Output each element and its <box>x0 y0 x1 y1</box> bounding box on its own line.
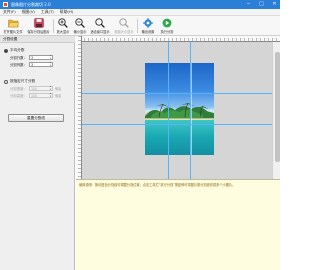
cols-field-row: 分割列数： 3 ▴ ▾ <box>10 61 53 67</box>
run-split-label: 执行分割 <box>160 30 174 34</box>
zoom-actual-icon <box>119 17 130 28</box>
toolbar: 打开图片文件 保存分割后图片 放大显示 缩小显示 适合窗口显示 原始大小显示 输… <box>0 16 280 36</box>
app-icon <box>3 2 8 7</box>
instructions-bar: 使用说明：拖动蓝色分割线可调整分割位置；点击工具栏“执行分割”按钮即可将图片按分… <box>76 179 280 270</box>
stepper-arrows-icon[interactable]: ▴ ▾ <box>50 92 51 98</box>
rows-field-row: 分割行数： 3 ▴ ▾ <box>10 54 53 60</box>
rows-value: 3 <box>30 55 33 60</box>
panel-title: 分割设置 <box>0 36 75 43</box>
palm-island-image <box>145 102 214 121</box>
mode-average-option[interactable]: 平均分割 <box>4 48 24 53</box>
cols-value: 3 <box>30 62 33 67</box>
split-line-vertical[interactable] <box>190 63 192 155</box>
close-button[interactable]: ✕ <box>271 1 278 8</box>
zoom-in-label: 放大显示 <box>56 30 70 34</box>
mode-size-label: 按指定尺寸分割 <box>10 79 36 83</box>
mode-average-label: 平均分割 <box>10 48 25 52</box>
toolbar-separator <box>137 19 138 33</box>
run-split-button[interactable]: 执行分割 <box>158 17 176 35</box>
guide-line-vertical[interactable] <box>190 42 191 179</box>
height-unit: 像素 <box>54 94 62 98</box>
output-settings-button[interactable]: 输出设置 <box>139 17 157 35</box>
reset-lines-button[interactable]: 重置分割线 <box>8 114 64 122</box>
vertical-scrollbar[interactable] <box>272 42 280 179</box>
title-bar: 图像图片分割裁切 2.0 ─ □ ✕ <box>0 0 280 9</box>
canvas-area[interactable] <box>82 42 272 179</box>
save-icon <box>33 17 44 28</box>
width-value: 100 <box>30 86 38 91</box>
folder-open-icon <box>7 17 19 28</box>
fit-window-label: 适合窗口显示 <box>90 30 110 34</box>
mode-size-radio[interactable] <box>4 79 8 84</box>
guide-line-vertical[interactable] <box>168 42 169 179</box>
menu-tools[interactable]: 工具(T) <box>41 9 54 15</box>
cols-label: 分割列数： <box>10 63 27 67</box>
guide-line-horizontal[interactable] <box>82 124 272 125</box>
menu-view[interactable]: 视图(V) <box>22 9 35 15</box>
width-stepper[interactable]: 100 ▴ ▾ <box>28 85 53 91</box>
menu-file[interactable]: 文件(F) <box>3 9 16 15</box>
zoom-out-icon <box>75 17 86 28</box>
width-label: 分割宽度： <box>10 87 27 91</box>
height-stepper[interactable]: 100 ▴ ▾ <box>28 92 53 98</box>
width-field-row: 分割宽度： 100 ▴ ▾ 像素 <box>10 85 62 91</box>
play-icon <box>162 17 173 28</box>
minimize-button[interactable]: ─ <box>245 1 252 8</box>
rows-label: 分割行数： <box>10 56 27 60</box>
instructions-text: 使用说明：拖动蓝色分割线可调整分割位置；点击工具栏“执行分割”按钮即可将图片按分… <box>79 183 236 187</box>
height-label: 分割高度： <box>10 94 27 98</box>
rows-stepper[interactable]: 3 ▴ ▾ <box>28 54 53 60</box>
gear-icon <box>143 17 154 28</box>
actual-size-label: 原始大小显示 <box>114 30 134 34</box>
stepper-arrows-icon[interactable]: ▴ ▾ <box>50 85 51 91</box>
window-title: 图像图片分割裁切 2.0 <box>11 1 51 7</box>
zoom-out-label: 缩小显示 <box>73 30 87 34</box>
open-image-label: 打开图片文件 <box>3 30 23 34</box>
scrollbar-thumb[interactable] <box>274 52 280 162</box>
toolbar-separator <box>53 19 54 33</box>
menu-bar: 文件(F) 视图(V) 工具(T) 帮助(H) <box>0 9 280 16</box>
zoom-fit-icon <box>95 17 106 28</box>
stepper-arrows-icon[interactable]: ▴ ▾ <box>50 61 51 67</box>
save-split-label: 保存分割后图片 <box>27 30 50 34</box>
output-settings-label: 输出设置 <box>141 30 155 34</box>
stepper-arrows-icon[interactable]: ▴ ▾ <box>50 54 51 60</box>
height-field-row: 分割高度： 100 ▴ ▾ 像素 <box>10 92 62 98</box>
zoom-in-button[interactable]: 放大显示 <box>55 17 71 35</box>
height-value: 100 <box>30 93 38 98</box>
menu-help[interactable]: 帮助(H) <box>60 9 73 15</box>
window-controls: ─ □ ✕ <box>245 0 278 9</box>
maximize-button[interactable]: □ <box>258 1 265 8</box>
zoom-out-button[interactable]: 缩小显示 <box>72 17 88 35</box>
split-settings-panel: 分割设置 平均分割 分割行数： 3 ▴ ▾ 分割列数： 3 ▴ ▾ 按指定尺寸分割 … <box>0 36 75 270</box>
mode-size-option[interactable]: 按指定尺寸分割 <box>4 79 35 84</box>
fit-window-button[interactable]: 适合窗口显示 <box>89 17 111 35</box>
zoom-in-icon <box>58 17 69 28</box>
save-split-button[interactable]: 保存分割后图片 <box>26 17 51 35</box>
actual-size-button: 原始大小显示 <box>113 17 135 35</box>
open-image-button[interactable]: 打开图片文件 <box>2 17 24 35</box>
width-unit: 像素 <box>54 87 62 91</box>
cols-stepper[interactable]: 3 ▴ ▾ <box>28 61 53 67</box>
guide-line-horizontal[interactable] <box>82 93 272 94</box>
mode-average-radio[interactable] <box>4 48 8 53</box>
loaded-image <box>145 63 214 155</box>
